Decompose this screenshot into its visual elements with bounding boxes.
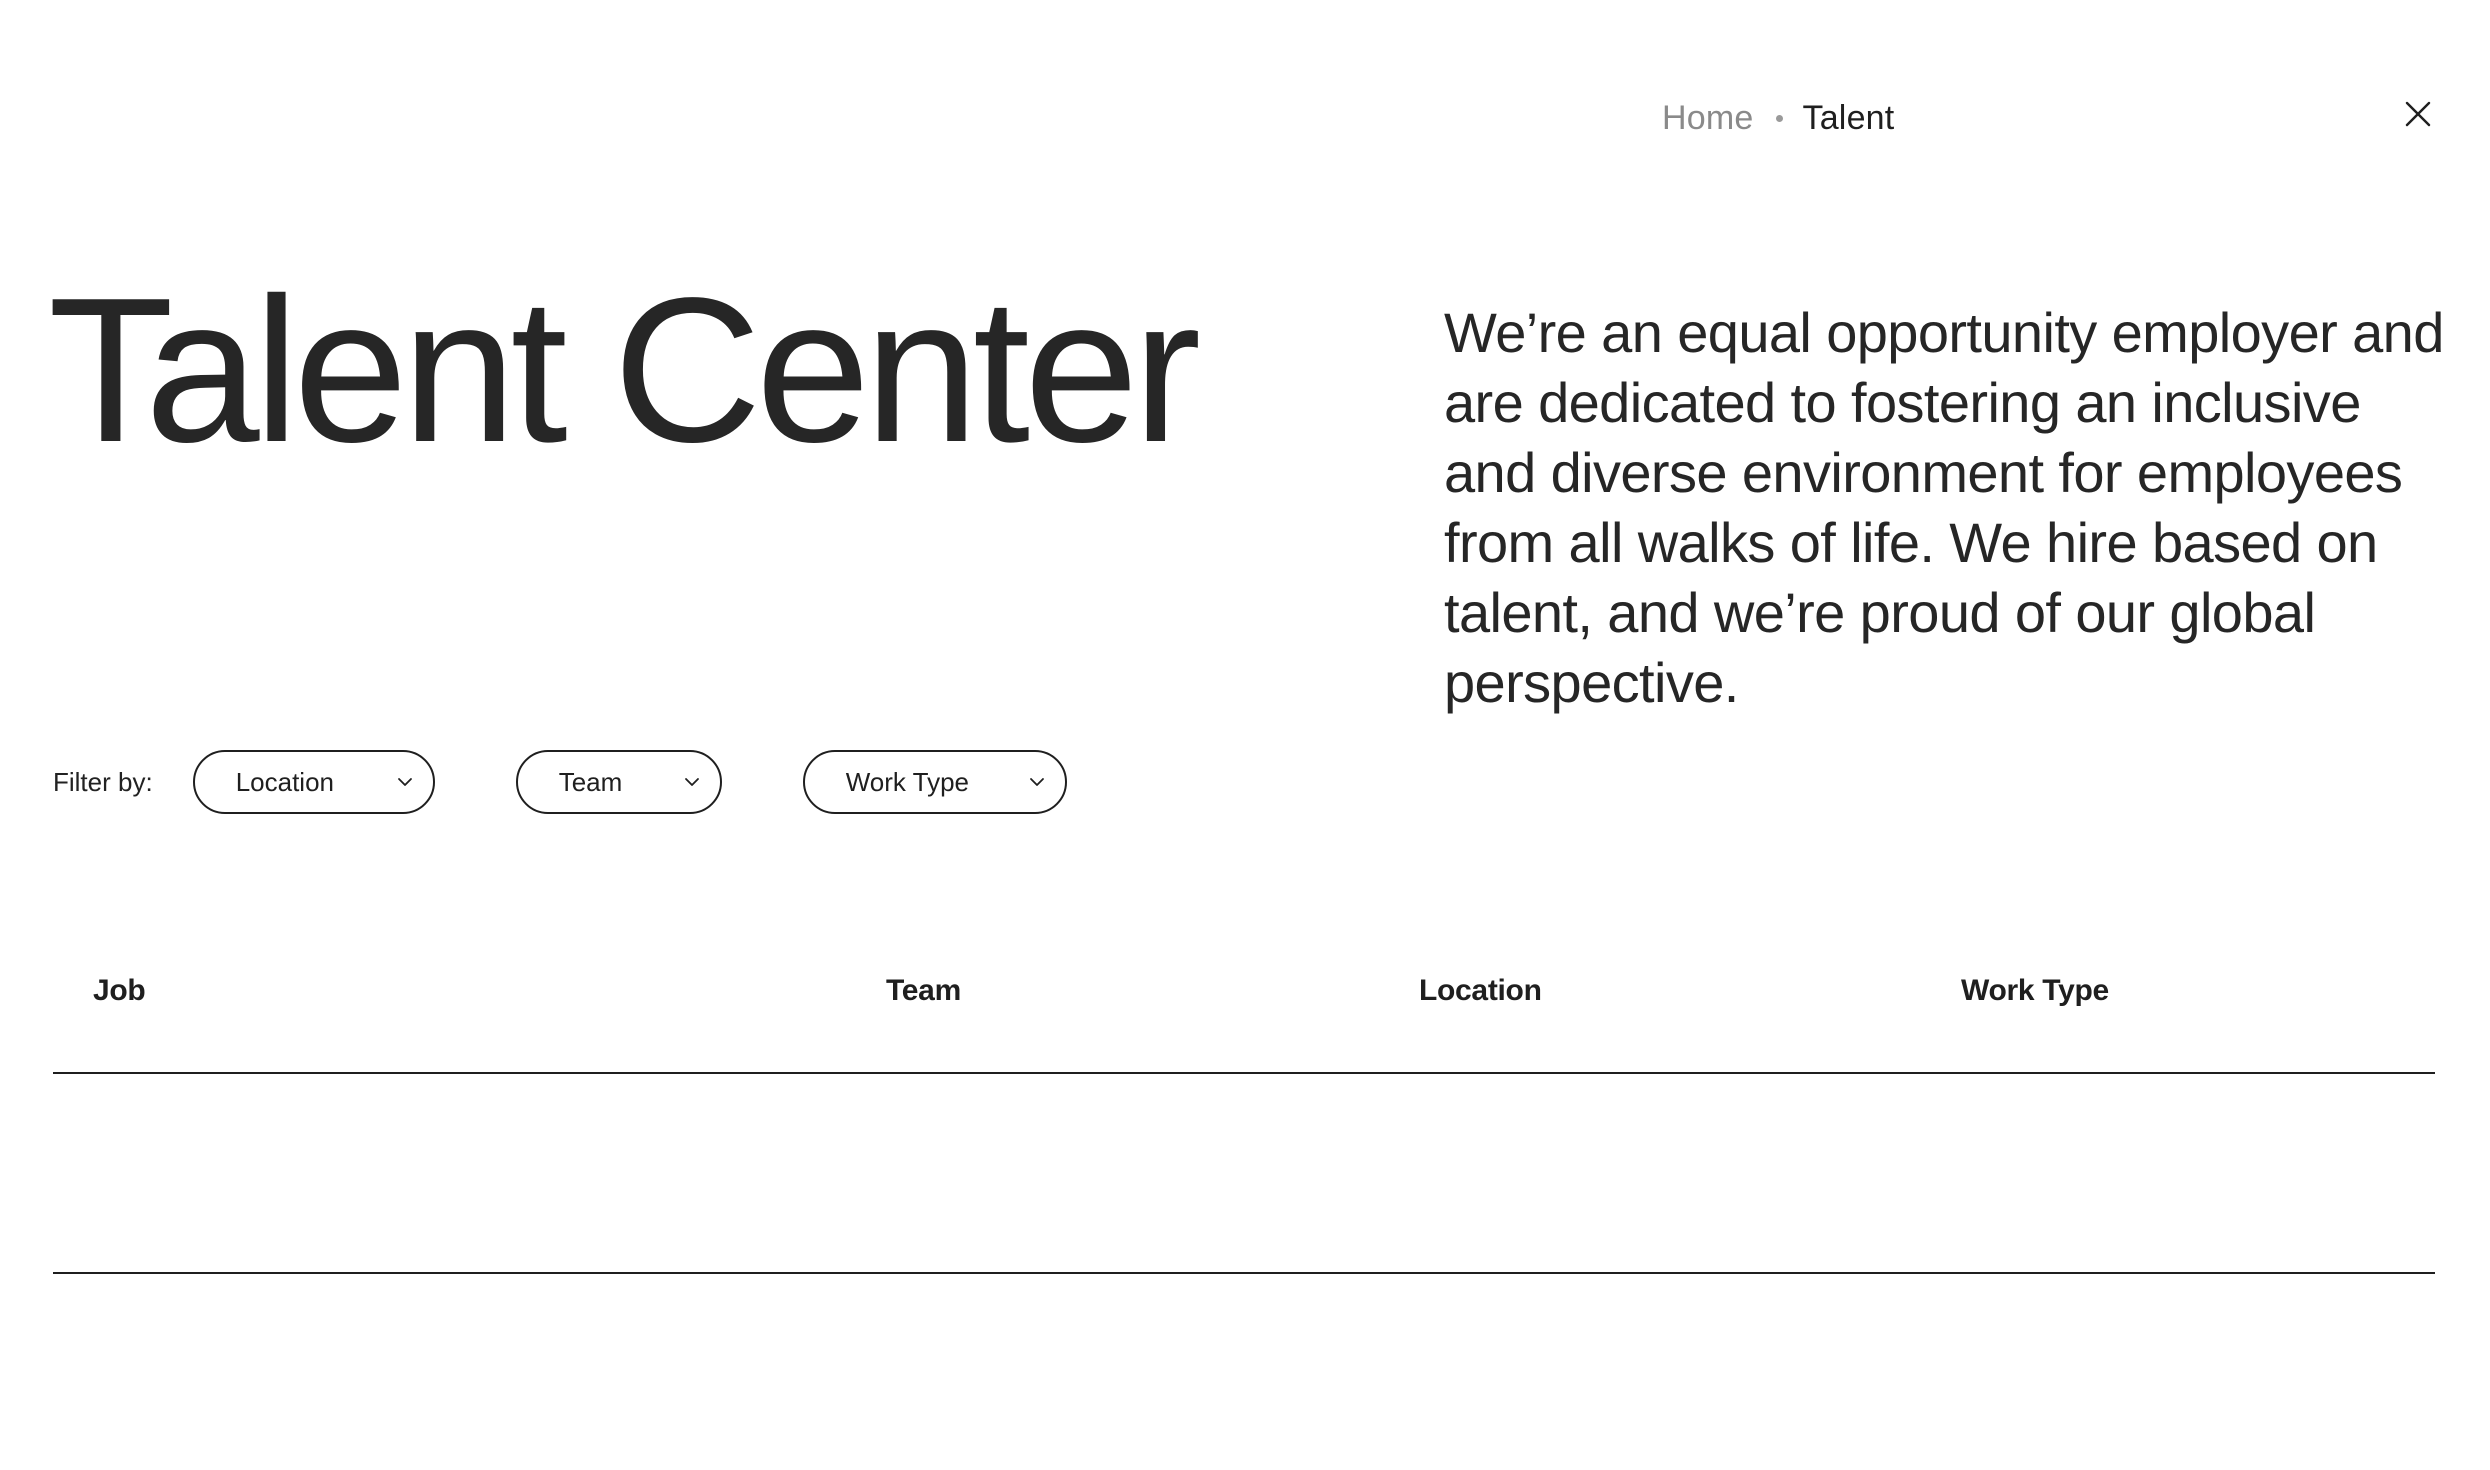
filter-bar: Filter by: Location Team Work Type <box>53 750 1067 814</box>
work-type-filter-select[interactable]: Work Type <box>802 750 1067 814</box>
column-header-location: Location <box>1419 974 1542 1007</box>
team-filter-select[interactable]: Team <box>515 750 722 814</box>
column-header-job: Job <box>93 974 146 1007</box>
breadcrumb-separator-dot <box>1775 114 1783 122</box>
column-header-work-type: Work Type <box>1961 974 2109 1007</box>
work-type-filter-value: Work Type <box>845 766 969 797</box>
filter-label: Filter by: <box>53 766 153 797</box>
close-icon <box>2405 101 2431 127</box>
team-filter-value: Team <box>558 766 623 797</box>
jobs-table: Job Team Location Work Type <box>53 940 2435 1274</box>
breadcrumb: Home Talent <box>1662 96 1894 140</box>
jobs-table-header: Job Team Location Work Type <box>53 940 2435 1074</box>
intro-paragraph: We’re an equal opportunity employer and … <box>1444 301 2444 714</box>
breadcrumb-current: Talent <box>1802 99 1895 137</box>
jobs-table-empty-row <box>53 1074 2435 1274</box>
chevron-down-icon <box>1029 778 1044 786</box>
location-filter-value: Location <box>235 766 334 797</box>
chevron-down-icon <box>684 778 699 786</box>
location-filter-select[interactable]: Location <box>192 750 435 814</box>
page-title: Talent Center <box>48 255 1201 485</box>
breadcrumb-home-link[interactable]: Home <box>1662 96 1754 140</box>
close-button[interactable] <box>2402 98 2434 130</box>
chevron-down-icon <box>397 778 412 786</box>
column-header-team: Team <box>886 974 961 1007</box>
